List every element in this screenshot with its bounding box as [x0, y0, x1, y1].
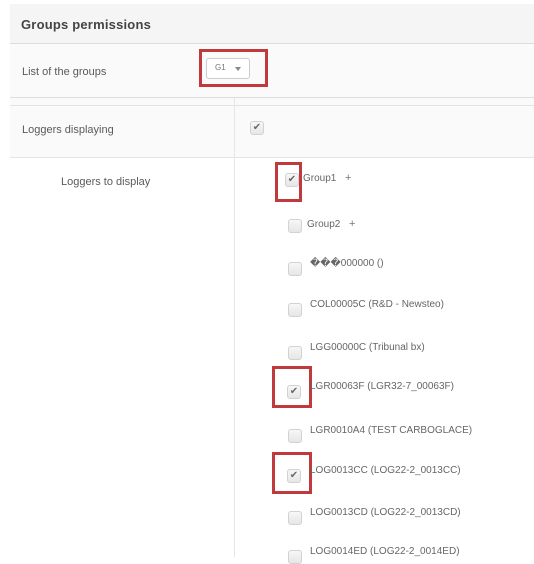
checkmark-icon: ✔ — [289, 386, 299, 397]
loggers-to-display-label: Loggers to display — [61, 176, 151, 188]
checkmark-icon: ✔ — [287, 174, 297, 185]
logger-item-label: COL00005C (R&D - Newsteo) — [310, 299, 444, 310]
logger-item-checkbox[interactable] — [288, 346, 302, 360]
groups-label: List of the groups — [22, 66, 107, 78]
expand-plus-icon[interactable]: + — [345, 172, 351, 184]
logger-item-checkbox[interactable] — [288, 511, 302, 525]
logger-item-label: ���000000 () — [310, 258, 384, 269]
logger-item-label: LOG0013CC (LOG22-2_0013CC) — [310, 465, 461, 476]
logger-item-label: LOG0014ED (LOG22-2_0014ED) — [310, 546, 460, 557]
column-divider — [234, 98, 235, 557]
logger-item-checkbox[interactable] — [288, 550, 302, 564]
logger-item-label: LGR0010A4 (TEST CARBOGLACE) — [310, 425, 473, 436]
group-item-checkbox[interactable] — [288, 219, 302, 233]
logger-item-label: LOG0013CD (LOG22-2_0013CD) — [310, 507, 461, 518]
checkmark-icon: ✔ — [252, 122, 262, 133]
section-divider — [10, 98, 534, 106]
logger-item-label: LGG00000C (Tribunal bx) — [310, 342, 425, 353]
loggers-displaying-row: Loggers displaying — [10, 106, 534, 158]
logger-item-label: LGR00063F (LGR32-7_00063F) — [310, 381, 454, 392]
logger-item-checkbox[interactable]: ✔ — [287, 469, 301, 483]
group-item-checkbox[interactable]: ✔ — [285, 173, 299, 187]
group-item-label: Group2 — [307, 219, 341, 230]
logger-item-checkbox[interactable] — [288, 303, 302, 317]
logger-item-checkbox[interactable] — [288, 429, 302, 443]
loggers-displaying-label: Loggers displaying — [22, 124, 114, 136]
group-item-label: Group1 — [303, 173, 337, 184]
loggers-displaying-checkbox[interactable]: ✔ — [250, 121, 264, 135]
loggers-to-display-row: Loggers to display — [10, 158, 534, 557]
checkmark-icon: ✔ — [289, 470, 299, 481]
logger-item-checkbox[interactable]: ✔ — [287, 385, 301, 399]
expand-plus-icon[interactable]: + — [349, 218, 355, 230]
groups-row: List of the groups — [10, 44, 534, 98]
highlight-box-group-select — [199, 49, 268, 87]
logger-item-checkbox[interactable] — [288, 262, 302, 276]
panel-header: Groups permissions — [10, 4, 534, 44]
panel-title: Groups permissions — [21, 17, 152, 32]
